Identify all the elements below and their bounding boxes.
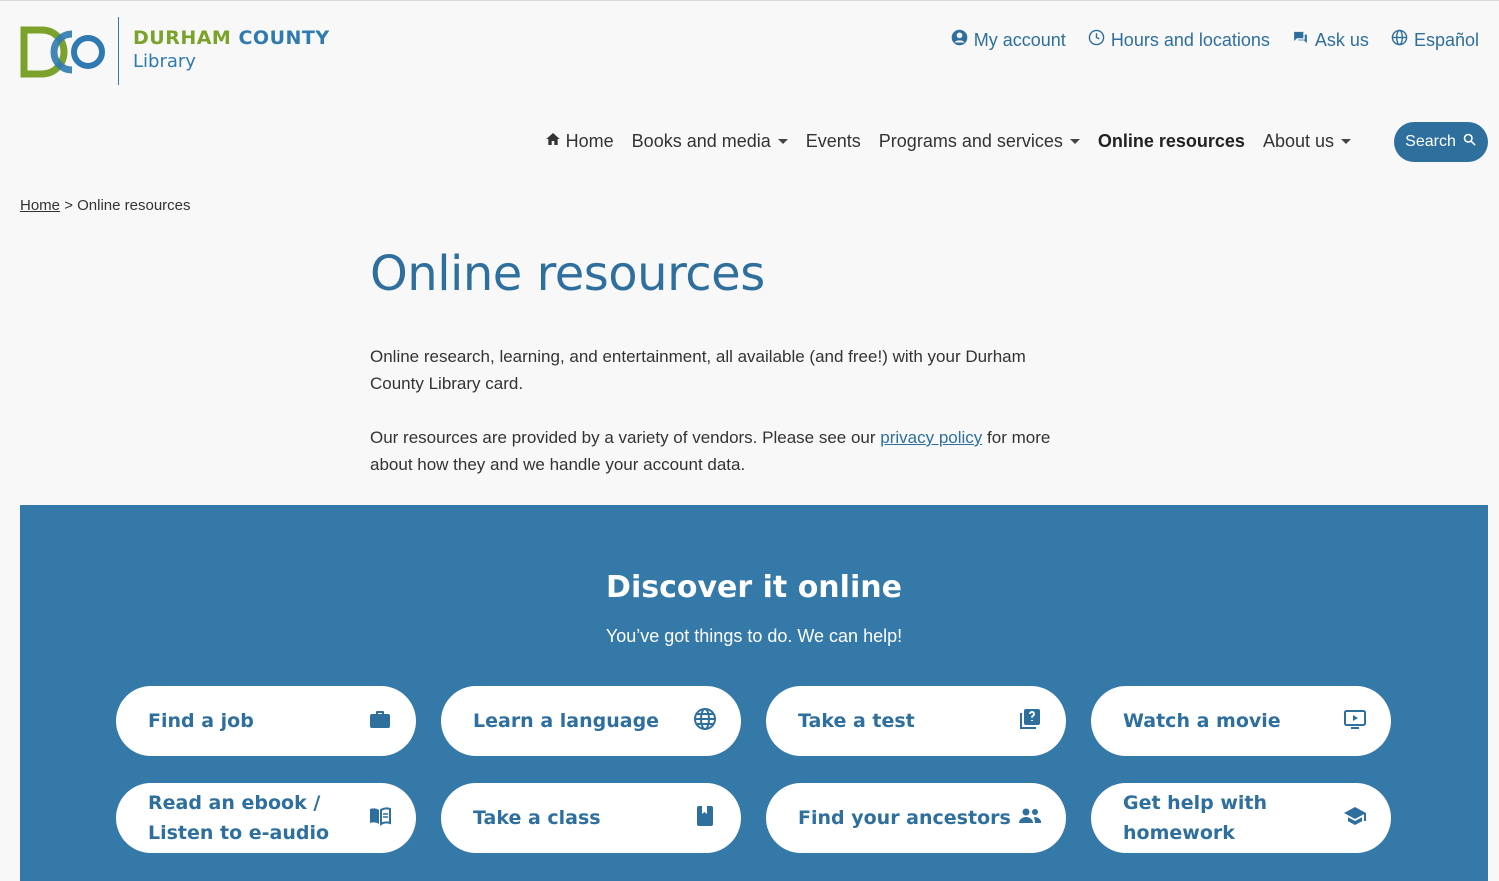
nav-about-us[interactable]: About us	[1263, 131, 1351, 152]
tile-take-a-class[interactable]: Take a class	[441, 783, 741, 853]
tile-watch-a-movie[interactable]: Watch a movie	[1091, 686, 1391, 756]
tile-find-your-ancestors[interactable]: Find your ancestors	[766, 783, 1066, 853]
tile-take-a-test[interactable]: Take a test	[766, 686, 1066, 756]
tile-label: Watch a movie	[1123, 710, 1281, 732]
intro-paragraph-1: Online research, learning, and entertain…	[370, 347, 1026, 393]
logo-word-county: COUNTY	[238, 27, 330, 49]
nav-books-media-label: Books and media	[631, 131, 771, 151]
globe-icon	[693, 707, 717, 736]
breadcrumb: Home > Online resources	[20, 197, 191, 214]
home-icon	[545, 131, 561, 152]
nav-programs-services-label: Programs and services	[878, 131, 1063, 151]
intro-paragraph-2: Our resources are provided by a variety …	[370, 424, 1060, 478]
account-icon	[951, 29, 968, 51]
nav-about-us-label: About us	[1262, 131, 1334, 151]
my-account-link[interactable]: My account	[951, 29, 1066, 51]
logo-divider	[118, 17, 119, 85]
globe-icon	[1391, 29, 1408, 51]
discover-subtitle: You’ve got things to do. We can help!	[605, 626, 903, 646]
breadcrumb-home-link[interactable]: Home	[20, 197, 60, 214]
tile-label: Take a class	[473, 807, 601, 829]
tile-find-a-job[interactable]: Find a job	[116, 686, 416, 756]
discover-tiles: Find a job Learn a language Take a test …	[116, 686, 1391, 853]
search-button-label: Search	[1405, 133, 1456, 150]
briefcase-icon	[368, 707, 392, 736]
nav-events-label: Events	[805, 131, 861, 151]
tile-label: Get help with homework	[1123, 792, 1267, 844]
tile-learn-a-language[interactable]: Learn a language	[441, 686, 741, 756]
notebook-icon	[693, 804, 717, 833]
dco-logo-mark-icon	[20, 20, 110, 82]
play-screen-icon	[1343, 707, 1367, 736]
intro-text: Online research, learning, and entertain…	[370, 343, 1060, 478]
chevron-down-icon	[1069, 139, 1080, 144]
chevron-down-icon	[777, 139, 788, 144]
tile-label: Find your ancestors	[798, 807, 1011, 829]
page-title: Online resources	[370, 246, 765, 302]
ask-us-link[interactable]: Ask us	[1292, 29, 1369, 51]
my-account-label: My account	[973, 29, 1066, 50]
tile-label: Read an ebook / Listen to e-audio	[148, 792, 330, 844]
main-nav: Home Books and media Events Programs and…	[545, 131, 1351, 152]
discover-title: Discover it online	[606, 570, 902, 605]
logo-word-durham: DURHAM	[133, 27, 232, 49]
espanol-label: Español	[1413, 29, 1479, 50]
search-icon	[1462, 132, 1477, 152]
clock-icon	[1088, 29, 1105, 51]
chevron-down-icon	[1341, 139, 1351, 144]
breadcrumb-current: Online resources	[77, 197, 191, 214]
tile-label: Take a test	[798, 710, 915, 732]
hours-locations-link[interactable]: Hours and locations	[1088, 29, 1270, 51]
tile-label: Learn a language	[473, 710, 660, 732]
nav-programs-services[interactable]: Programs and services	[879, 131, 1080, 152]
people-icon	[1018, 804, 1042, 833]
nav-online-resources[interactable]: Online resources	[1098, 131, 1245, 152]
discover-section: Discover it online You’ve got things to …	[20, 505, 1488, 881]
quiz-icon	[1018, 707, 1042, 736]
nav-events[interactable]: Events	[806, 131, 861, 152]
chat-icon	[1292, 29, 1309, 51]
search-button[interactable]: Search	[1394, 122, 1488, 162]
nav-home[interactable]: Home	[545, 131, 614, 152]
tile-read-ebook-listen-audio[interactable]: Read an ebook / Listen to e-audio	[116, 783, 416, 853]
library-logo[interactable]: DURHAM COUNTY Library	[20, 17, 330, 85]
graduation-cap-icon	[1343, 804, 1367, 833]
logo-word-library: Library	[133, 51, 196, 72]
ask-us-label: Ask us	[1314, 29, 1369, 50]
tile-get-help-homework[interactable]: Get help with homework	[1091, 783, 1391, 853]
privacy-policy-link[interactable]: privacy policy	[880, 428, 982, 447]
nav-home-label: Home	[565, 131, 614, 151]
logo-text: DURHAM COUNTY Library	[133, 27, 330, 75]
tile-label: Find a job	[148, 710, 254, 732]
nav-books-media[interactable]: Books and media	[632, 131, 788, 152]
book-open-icon	[368, 804, 392, 833]
hours-locations-label: Hours and locations	[1110, 29, 1270, 50]
utility-nav: My account Hours and locations Ask us Es…	[951, 29, 1479, 51]
espanol-link[interactable]: Español	[1391, 29, 1479, 51]
breadcrumb-separator: >	[64, 197, 73, 214]
nav-online-resources-label: Online resources	[1097, 131, 1245, 151]
intro-text-before: Our resources are provided by a variety …	[370, 428, 881, 447]
